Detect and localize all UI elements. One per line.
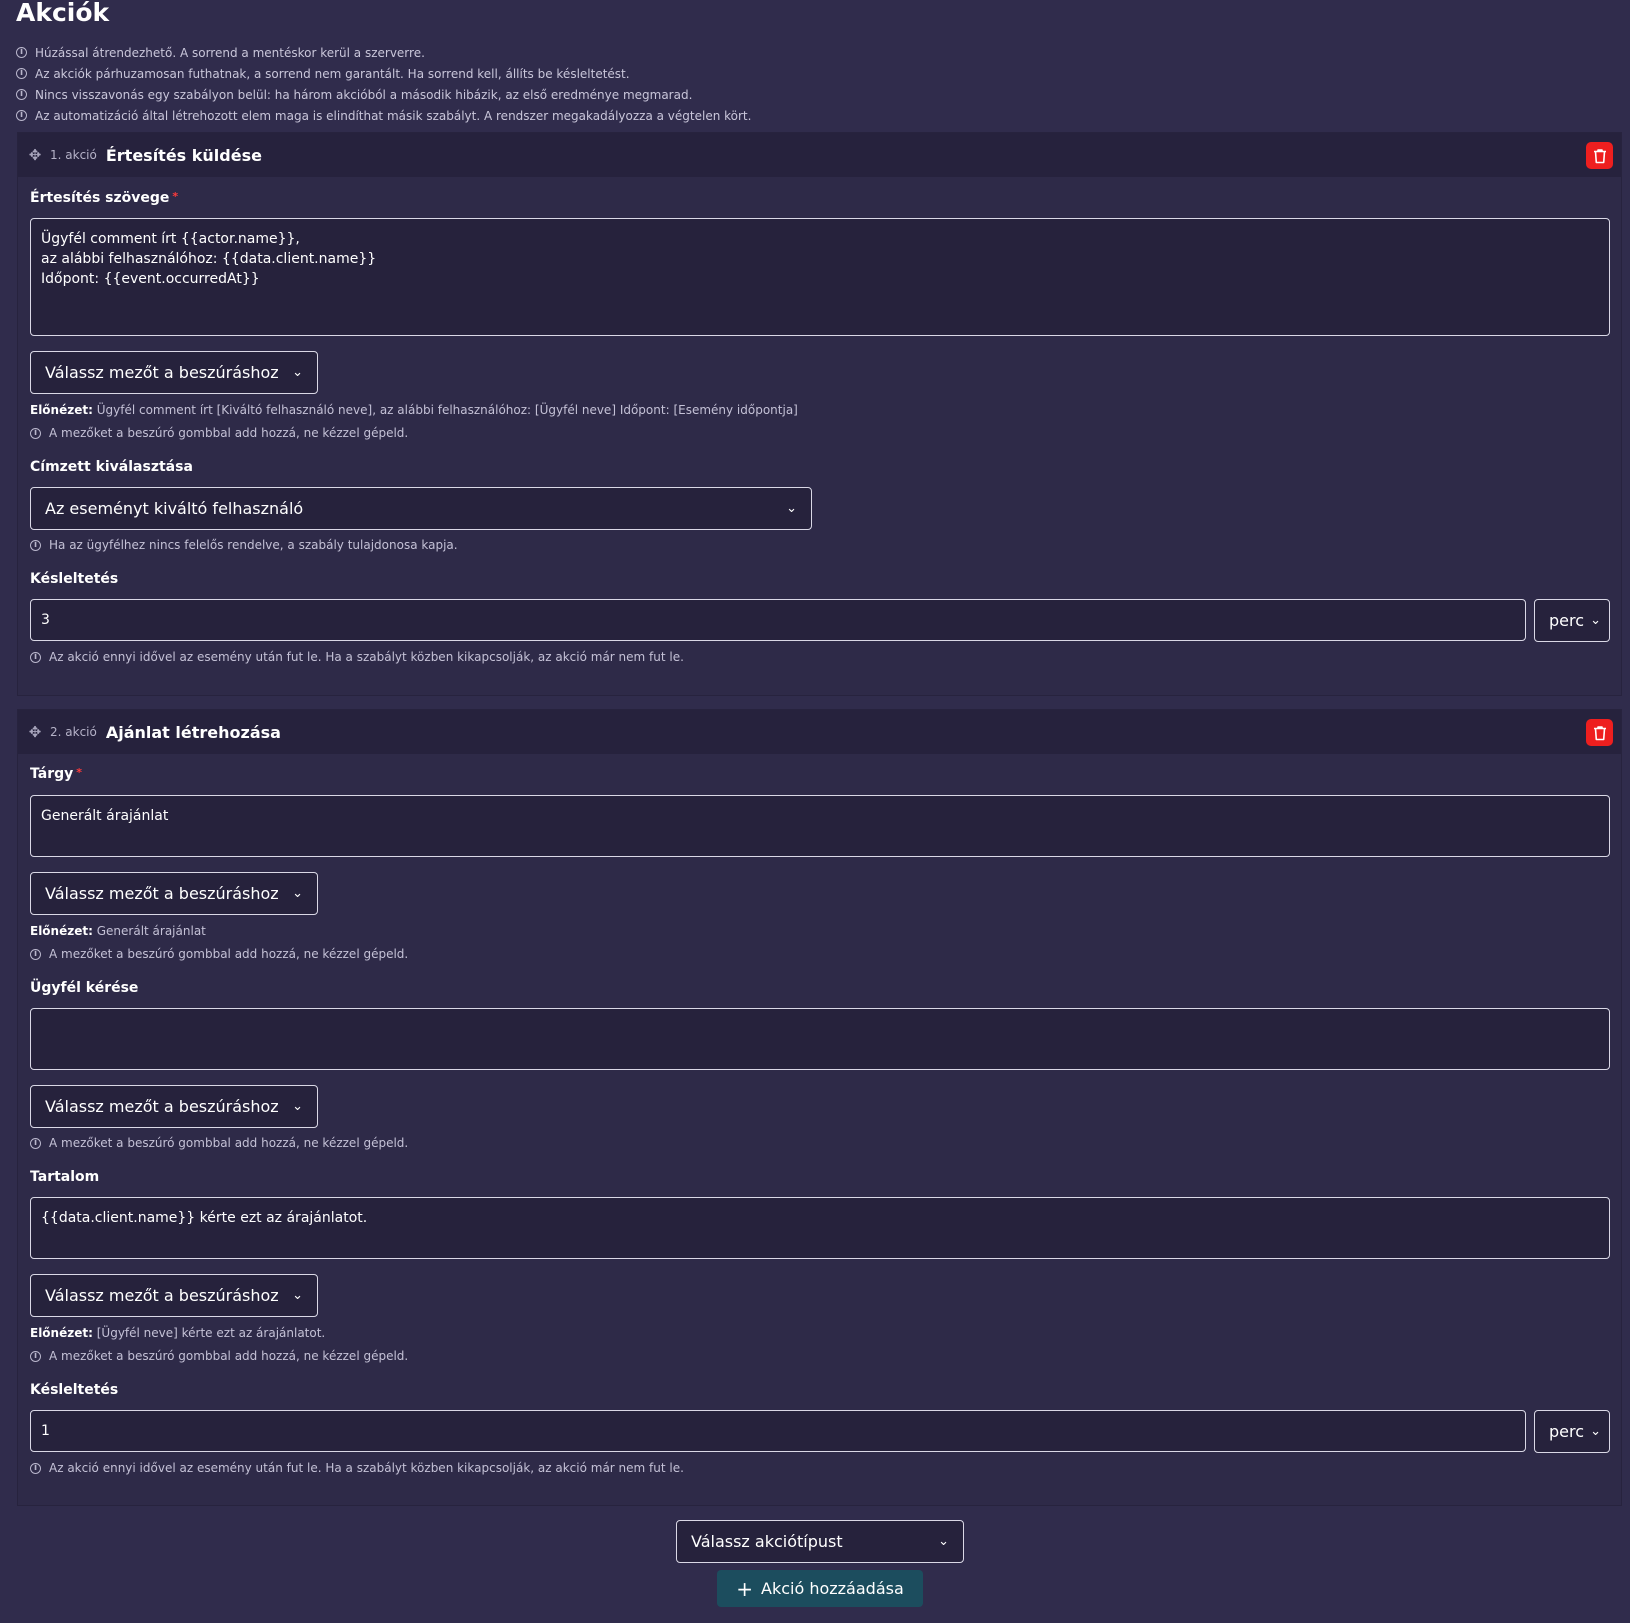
- drag-handle-icon[interactable]: ✥: [27, 723, 43, 741]
- delay-unit-select[interactable]: perc ⌄: [1534, 599, 1610, 642]
- recipient-select[interactable]: Az eseményt kiváltó felhasználó ⌄: [30, 487, 812, 530]
- action-card-1: ✥ 1. akció Értesítés küldése Értesítés s…: [17, 132, 1622, 696]
- preview-text: Előnézet: Ügyfél comment írt [Kiváltó fe…: [30, 403, 798, 417]
- info-icon: i: [30, 1137, 41, 1149]
- action-header: ✥ 1. akció Értesítés küldése: [18, 133, 1621, 177]
- action-index: 1. akció: [50, 148, 97, 162]
- subject-label: Tárgy *: [30, 766, 83, 782]
- info-note: i Az automatizáció által létrehozott elem…: [16, 105, 751, 126]
- drag-handle-icon[interactable]: ✥: [27, 146, 43, 164]
- insert-hint: iA mezőket a beszúró gombbal add hozzá, …: [30, 947, 408, 961]
- chevron-down-icon: ⌄: [292, 365, 303, 380]
- action-header: ✥ 2. akció Ajánlat létrehozása: [18, 710, 1621, 754]
- delay-label: Késleltetés: [30, 1382, 119, 1398]
- info-note: i Az akciók párhuzamosan futhatnak, a sor…: [16, 63, 751, 84]
- chevron-down-icon: ⌄: [292, 886, 303, 901]
- info-icon: i: [30, 948, 41, 960]
- info-note: i Nincs visszavonás egy szabályon belül: …: [16, 84, 751, 105]
- content-textarea[interactable]: {{data.client.name}} kérte ezt az áraján…: [30, 1197, 1610, 1259]
- delay-hint: i Az akció ennyi idővel az esemény után f…: [30, 650, 684, 664]
- insert-field-select[interactable]: Válassz mezőt a beszúráshoz ⌄: [30, 1085, 318, 1128]
- info-icon: i: [16, 47, 27, 58]
- recipient-hint: i Ha az ügyfélhez nincs felelős rendelve,…: [30, 538, 458, 552]
- action-type-select[interactable]: Válassz akciótípust ⌄: [676, 1520, 964, 1563]
- delay-input[interactable]: 3: [30, 599, 1526, 641]
- action-index: 2. akció: [50, 725, 97, 739]
- info-note-text: Nincs visszavonás egy szabályon belül: h…: [35, 87, 693, 102]
- chevron-down-icon: ⌄: [1590, 613, 1601, 628]
- chevron-down-icon: ⌄: [1590, 1424, 1601, 1439]
- info-note-text: Az automatizáció által létrehozott elem …: [35, 108, 752, 123]
- info-icon: i: [30, 1350, 41, 1362]
- client-request-textarea[interactable]: [30, 1008, 1610, 1070]
- plus-icon: +: [736, 1576, 753, 1601]
- info-icon: i: [30, 1462, 41, 1474]
- insert-field-select[interactable]: Válassz mezőt a beszúráshoz ⌄: [30, 351, 318, 394]
- action-title: Ajánlat létrehozása: [105, 722, 281, 742]
- preview-text: Előnézet: Generált árajánlat: [30, 924, 206, 938]
- insert-field-select[interactable]: Válassz mezőt a beszúráshoz ⌄: [30, 1274, 318, 1317]
- recipient-label: Címzett kiválasztása: [30, 459, 193, 475]
- delay-label: Késleltetés: [30, 571, 119, 587]
- insert-field-select[interactable]: Válassz mezőt a beszúráshoz ⌄: [30, 872, 318, 915]
- info-note: i Húzással átrendezhető. A sorrend a ment…: [16, 42, 751, 63]
- add-action-label: Akció hozzáadása: [761, 1579, 904, 1598]
- client-request-label: Ügyfél kérése: [30, 980, 139, 996]
- preview-text: Előnézet: [Ügyfél neve] kérte ezt az ára…: [30, 1326, 326, 1340]
- info-icon: i: [16, 110, 27, 121]
- delay-unit-select[interactable]: perc ⌄: [1534, 1410, 1610, 1453]
- insert-hint: iA mezőket a beszúró gombbal add hozzá, …: [30, 426, 408, 440]
- info-note-text: Az akciók párhuzamosan futhatnak, a sorr…: [35, 66, 630, 81]
- chevron-down-icon: ⌄: [292, 1099, 303, 1114]
- action-card-2: ✥ 2. akció Ajánlat létrehozása Tárgy * Ge…: [17, 709, 1622, 1506]
- notification-text-textarea[interactable]: Ügyfél comment írt {{actor.name}}, az al…: [30, 218, 1610, 336]
- delay-hint: i Az akció ennyi idővel az esemény után f…: [30, 1461, 684, 1475]
- info-icon: i: [30, 651, 41, 663]
- chevron-down-icon: ⌄: [292, 1288, 303, 1303]
- chevron-down-icon: ⌄: [938, 1534, 949, 1549]
- notification-text-label: Értesítés szövege *: [30, 190, 179, 206]
- content-label: Tartalom: [30, 1169, 100, 1185]
- info-notes: i Húzással átrendezhető. A sorrend a ment…: [16, 42, 751, 126]
- add-action-button[interactable]: + Akció hozzáadása: [717, 1570, 923, 1607]
- trash-icon: [1593, 725, 1606, 740]
- info-icon: i: [16, 89, 27, 100]
- action-title: Értesítés küldése: [105, 145, 262, 165]
- insert-hint: iA mezőket a beszúró gombbal add hozzá, …: [30, 1136, 408, 1150]
- info-note-text: Húzással átrendezhető. A sorrend a menté…: [35, 45, 425, 60]
- info-icon: i: [30, 539, 41, 551]
- subject-textarea[interactable]: Generált árajánlat: [30, 795, 1610, 857]
- info-icon: i: [16, 68, 27, 79]
- delete-action-button[interactable]: [1586, 142, 1613, 169]
- insert-hint: iA mezőket a beszúró gombbal add hozzá, …: [30, 1349, 408, 1363]
- chevron-down-icon: ⌄: [786, 501, 797, 516]
- trash-icon: [1593, 148, 1606, 163]
- delay-input[interactable]: 1: [30, 1410, 1526, 1452]
- page-title: Akciók: [16, 0, 110, 27]
- delete-action-button[interactable]: [1586, 719, 1613, 746]
- info-icon: i: [30, 427, 41, 439]
